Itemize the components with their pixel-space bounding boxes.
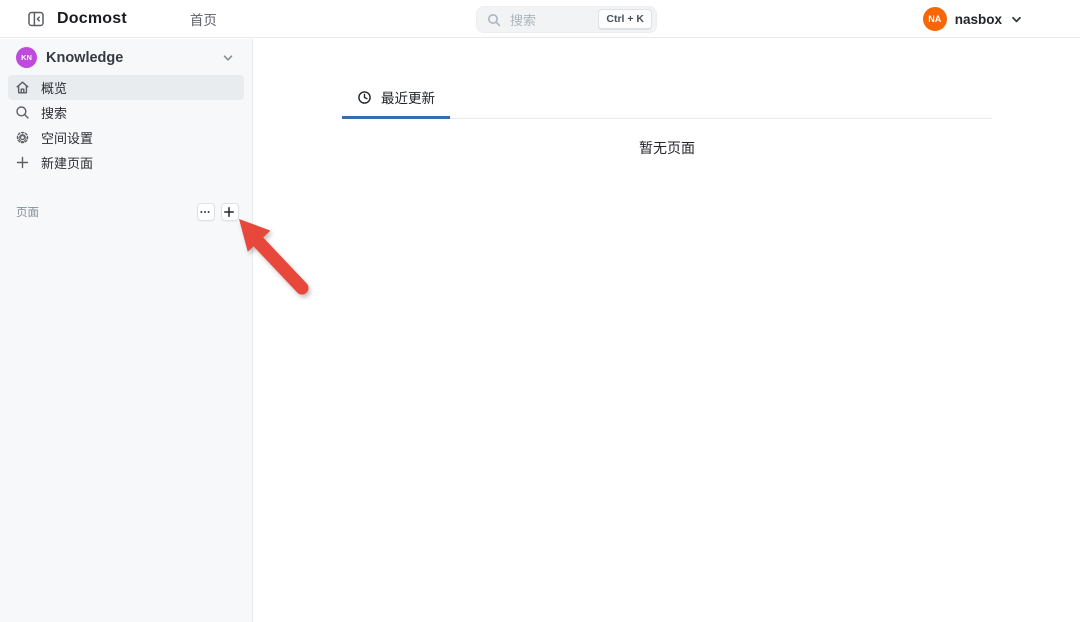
sidebar-item-space-settings[interactable]: 空间设置 — [8, 125, 244, 150]
clock-icon — [357, 90, 372, 105]
sidebar-item-label: 空间设置 — [41, 128, 93, 147]
main-content: 最近更新 暂无页面 — [254, 39, 1080, 622]
sidebar-item-search[interactable]: 搜索 — [8, 100, 244, 125]
sidebar-item-new-page[interactable]: 新建页面 — [8, 150, 244, 175]
pages-section-header: 页面 — [0, 203, 252, 221]
tab-bar: 最近更新 — [342, 81, 992, 119]
add-page-button[interactable] — [221, 203, 239, 221]
space-avatar: KN — [16, 47, 37, 68]
tab-recently-updated[interactable]: 最近更新 — [342, 81, 450, 119]
search-icon — [487, 13, 502, 27]
search-placeholder: 搜索 — [510, 10, 598, 29]
brand: Docmost — [0, 9, 127, 29]
plus-icon — [15, 155, 30, 170]
sidebar: KN Knowledge 概览 — [0, 39, 253, 622]
app-title[interactable]: Docmost — [57, 10, 127, 28]
space-switcher[interactable]: KN Knowledge — [8, 44, 244, 71]
tab-label: 最近更新 — [381, 87, 435, 107]
ellipsis-icon — [199, 206, 214, 218]
sidebar-menu: 概览 搜索 空间设置 — [0, 73, 252, 175]
search-shortcut-badge: Ctrl + K — [598, 9, 652, 30]
space-name: Knowledge — [46, 50, 212, 66]
chevron-down-icon — [221, 51, 236, 65]
home-nav-link[interactable]: 首页 — [190, 9, 217, 29]
topbar: Docmost 首页 搜索 Ctrl + K NA nasbox — [0, 0, 1080, 38]
pages-more-button[interactable] — [197, 203, 215, 221]
user-avatar: NA — [923, 7, 947, 31]
user-name: nasbox — [955, 12, 1002, 27]
sidebar-toggle-icon[interactable] — [26, 9, 46, 29]
sidebar-item-overview[interactable]: 概览 — [8, 75, 244, 100]
sidebar-item-label: 新建页面 — [41, 153, 93, 172]
user-menu[interactable]: NA nasbox — [923, 0, 1025, 38]
home-icon — [15, 80, 30, 95]
search-input[interactable]: 搜索 Ctrl + K — [476, 6, 657, 33]
sidebar-item-label: 概览 — [41, 78, 67, 97]
search-icon — [15, 105, 30, 120]
plus-icon — [223, 206, 238, 218]
pages-section-label: 页面 — [16, 204, 191, 220]
gear-icon — [15, 130, 30, 145]
sidebar-item-label: 搜索 — [41, 103, 67, 122]
empty-state-text: 暂无页面 — [342, 138, 992, 158]
chevron-down-icon — [1010, 13, 1025, 26]
